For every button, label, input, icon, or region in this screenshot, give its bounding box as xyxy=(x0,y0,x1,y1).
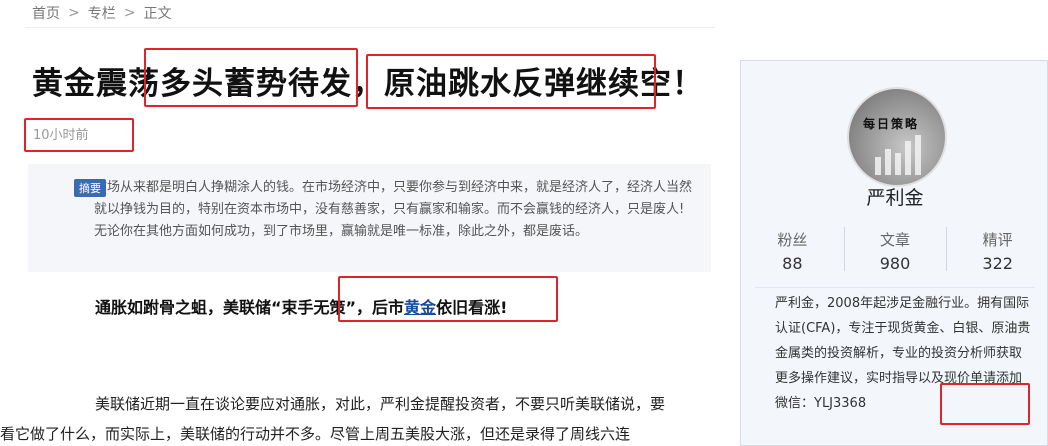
breadcrumb-separator: > xyxy=(123,5,136,21)
highlight-box-subheading xyxy=(338,276,558,322)
stat-value: 88 xyxy=(782,254,803,273)
stat-value: 322 xyxy=(982,254,1013,273)
avatar[interactable]: 每日策略 xyxy=(847,87,947,187)
article-abstract: 摘要 市场从来都是明白人挣糊涂人的钱。在市场经济中，只要你参与到经济中来，就是经… xyxy=(28,164,711,272)
breadcrumb: 首页 > 专栏 > 正文 xyxy=(32,3,171,23)
avatar-text: 每日策略 xyxy=(863,117,920,131)
breadcrumb-separator: > xyxy=(68,5,80,21)
stat-featured: 精评 322 xyxy=(946,225,1048,285)
abstract-text: 市场从来都是明白人挣糊涂人的钱。在市场经济中，只要你参与到经济中来，就是经济人了… xyxy=(94,180,693,239)
breadcrumb-home[interactable]: 首页 xyxy=(32,3,60,23)
stat-value: 980 xyxy=(879,254,911,273)
sidebar-divider xyxy=(755,287,1035,288)
breadcrumb-divider xyxy=(25,27,715,28)
paragraph-line: 看它做了什么，而实际上，美联储的行动并不多。尽管上周五美股大涨，但还是录得了周线… xyxy=(0,425,631,443)
article-paragraph: 美联储近期一直在谈论要应对通胀，对此，严利金提醒投资者，不要只听美联储说，要 看… xyxy=(0,389,717,446)
avatar-chart-graphic xyxy=(875,135,921,175)
abstract-badge: 摘要 xyxy=(74,179,106,197)
author-stats: 粉丝 88 文章 980 精评 322 xyxy=(741,225,1048,285)
stat-fans: 粉丝 88 xyxy=(741,225,844,285)
stat-label: 精评 xyxy=(982,231,1013,249)
breadcrumb-current: 正文 xyxy=(143,6,172,22)
author-name[interactable]: 严利金 xyxy=(741,183,1048,210)
stat-label: 文章 xyxy=(880,231,911,249)
stat-articles: 文章 980 xyxy=(843,225,947,285)
stat-label: 粉丝 xyxy=(777,231,808,249)
highlight-box-title-part1 xyxy=(144,48,358,107)
paragraph-line: 美联储近期一直在谈论要应对通胀，对此，严利金提醒投资者，不要只听美联储说，要 xyxy=(95,395,666,413)
highlight-box-wechat xyxy=(940,383,1030,425)
highlight-box-time xyxy=(24,118,134,152)
breadcrumb-column[interactable]: 专栏 xyxy=(88,3,116,23)
highlight-box-title-part2 xyxy=(366,54,656,109)
